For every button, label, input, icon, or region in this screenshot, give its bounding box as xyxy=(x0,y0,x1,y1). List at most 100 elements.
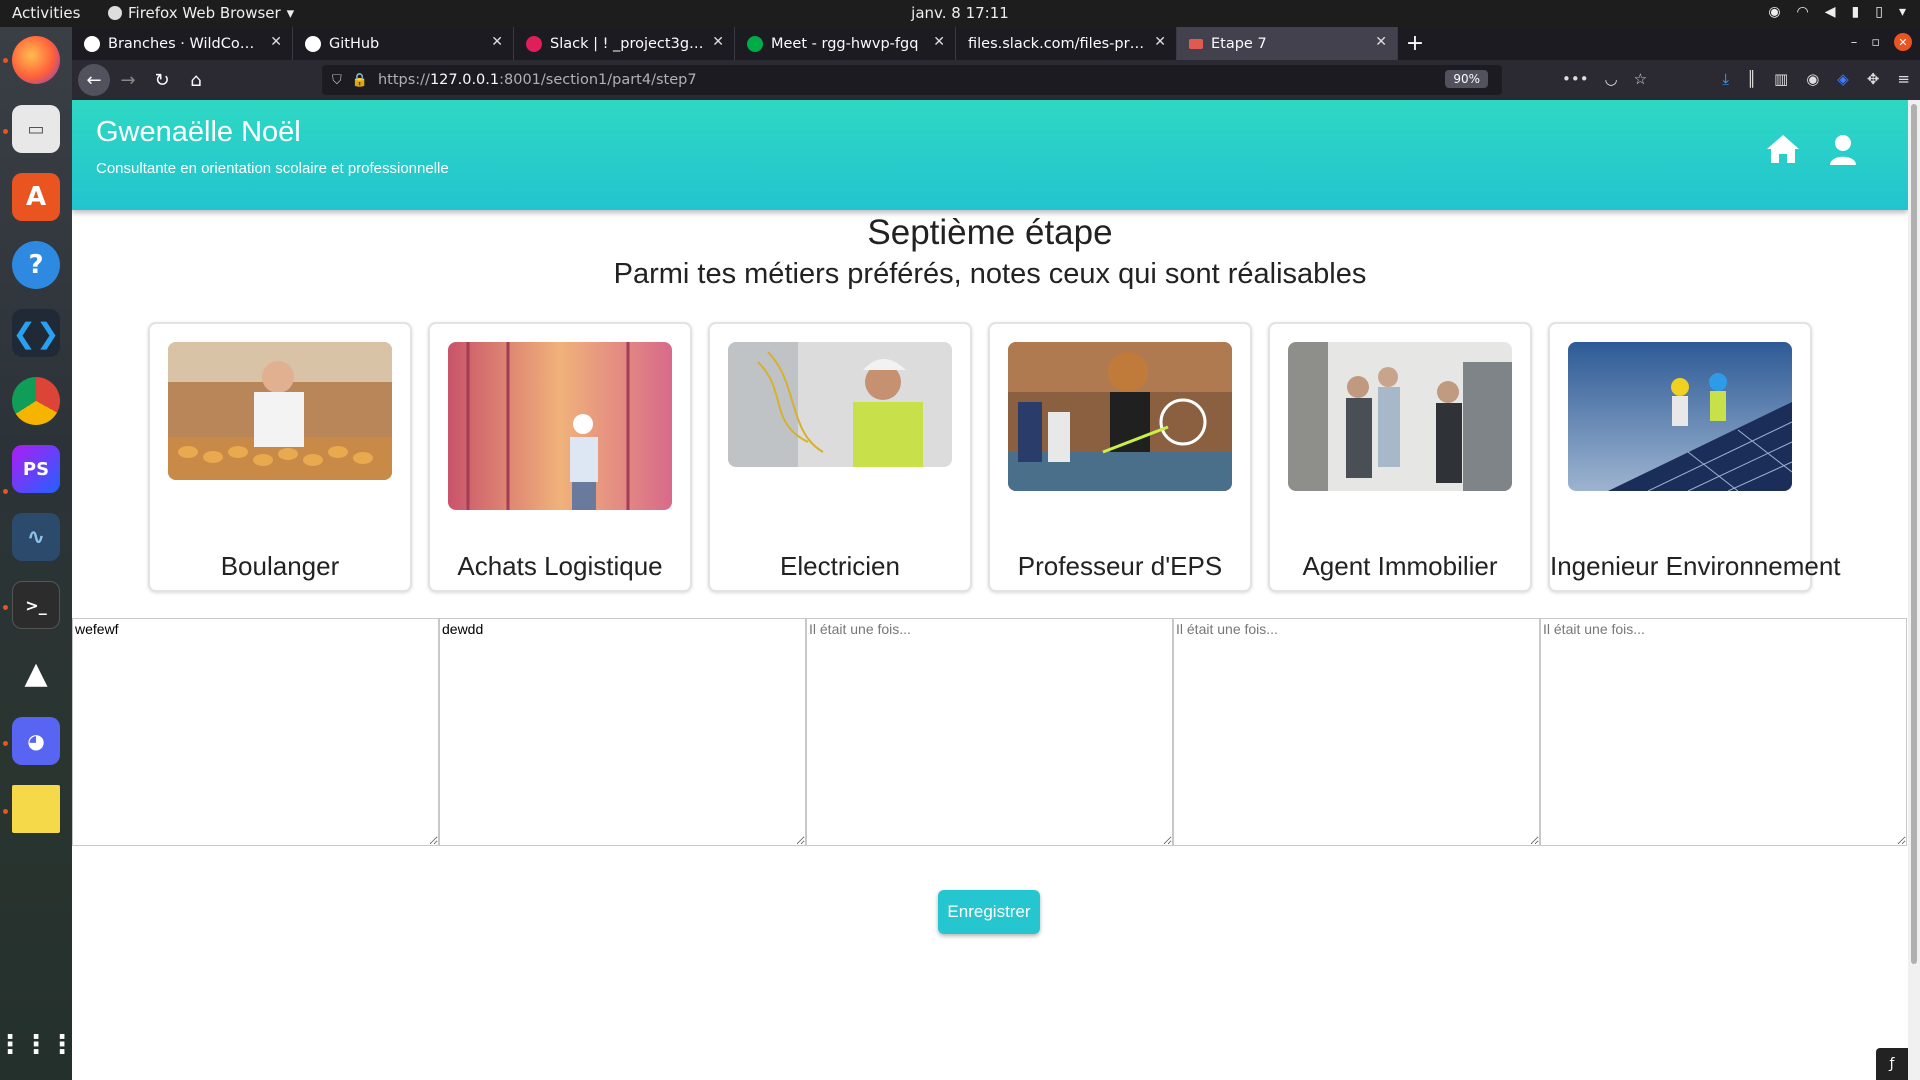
symfony-toolbar-icon[interactable]: ƒ xyxy=(1876,1048,1908,1080)
header-actions xyxy=(1766,134,1858,166)
note-textarea[interactable]: wefewf xyxy=(72,618,439,846)
terminal-icon[interactable]: >_ xyxy=(12,581,60,629)
new-tab-button[interactable]: + xyxy=(1398,27,1432,60)
job-card[interactable]: Professeur d'EPS xyxy=(988,322,1252,592)
note-textarea[interactable] xyxy=(806,618,1173,846)
tab[interactable]: GitHub ✕ xyxy=(293,27,514,60)
mic-icon[interactable]: ▮ xyxy=(1852,4,1860,20)
battery-icon[interactable]: ▯ xyxy=(1875,4,1883,20)
firefox-icon[interactable] xyxy=(12,36,60,84)
user-icon[interactable] xyxy=(1828,134,1858,166)
job-label: Ingenieur Environnement xyxy=(1550,551,1841,581)
tab-title: Slack | ! _project3gang | V xyxy=(550,35,704,52)
tab-title: GitHub xyxy=(329,35,380,52)
menu-icon[interactable]: ≡ xyxy=(1897,70,1910,88)
navigation-bar: ← → ↻ ⌂ ⛉ 🔒 https://127.0.0.1:8001/secti… xyxy=(72,60,1920,100)
job-label: Boulanger xyxy=(220,551,340,581)
tab[interactable]: Slack | ! _project3gang | V ✕ xyxy=(514,27,735,60)
page-subtitle: Parmi tes métiers préférés, notes ceux q… xyxy=(613,258,1367,290)
site-name[interactable]: Gwenaëlle Noël xyxy=(96,116,301,149)
library-icon[interactable]: ║ xyxy=(1747,70,1756,88)
files-icon[interactable]: ▭ xyxy=(12,105,60,153)
extension-icon[interactable]: ◈ xyxy=(1837,70,1849,88)
close-tab-icon[interactable]: ✕ xyxy=(270,34,282,50)
github-icon xyxy=(305,35,321,52)
job-card[interactable]: Electricien xyxy=(708,322,972,592)
zoom-indicator[interactable]: 90% xyxy=(1445,70,1488,88)
scrollbar-thumb[interactable] xyxy=(1911,104,1917,964)
running-indicator xyxy=(3,809,8,814)
minimize-icon[interactable]: – xyxy=(1851,35,1858,50)
tab[interactable]: files.slack.com/files-pri/T6S ✕ xyxy=(956,27,1177,60)
tab[interactable]: Branches · WildCodeSch ✕ xyxy=(72,27,293,60)
notes-area: wefewf dewdd xyxy=(72,618,1908,846)
tab-title: Meet - rgg-hwvp-fgq xyxy=(771,35,919,52)
pocket-icon[interactable]: ◡ xyxy=(1605,70,1618,88)
inkscape-icon[interactable]: ▲ xyxy=(12,649,60,697)
help-icon[interactable]: ? xyxy=(12,241,60,289)
job-card[interactable]: Achats Logistique xyxy=(428,322,692,592)
ingenieur-environnement-photo xyxy=(1568,342,1792,491)
tab[interactable]: Meet - rgg-hwvp-fgq ✕ xyxy=(735,27,956,60)
close-tab-icon[interactable]: ✕ xyxy=(491,34,503,50)
firefox-icon xyxy=(108,6,122,20)
activities-button[interactable]: Activities xyxy=(12,4,80,22)
url-path: :8001/section1/part4/step7 xyxy=(499,72,697,88)
page-scrollbar[interactable] xyxy=(1908,100,1920,1080)
tab-title: Etape 7 xyxy=(1211,35,1267,52)
discord-tray-icon[interactable]: ◉ xyxy=(1768,4,1780,20)
url-text[interactable]: https://127.0.0.1:8001/section1/part4/st… xyxy=(378,72,697,88)
note-textarea[interactable] xyxy=(1173,618,1540,846)
job-label: Achats Logistique xyxy=(457,551,663,581)
electricien-photo xyxy=(728,342,952,467)
sticky-notes-icon[interactable] xyxy=(12,785,60,833)
close-tab-icon[interactable]: ✕ xyxy=(1154,34,1166,50)
boulanger-photo xyxy=(168,342,392,480)
job-card[interactable]: Boulanger xyxy=(148,322,412,592)
extensions-icon[interactable]: ✥ xyxy=(1867,70,1880,88)
close-window-icon[interactable]: ✕ xyxy=(1894,33,1912,51)
home-icon[interactable] xyxy=(1766,134,1800,164)
tab-active[interactable]: Etape 7 ✕ xyxy=(1177,27,1398,60)
close-tab-icon[interactable]: ✕ xyxy=(933,34,945,50)
wifi-icon[interactable]: ◠ xyxy=(1797,4,1809,20)
account-icon[interactable]: ◉ xyxy=(1806,70,1819,88)
app-menu[interactable]: Firefox Web Browser ▾ xyxy=(108,4,294,22)
system-top-bar: Activities Firefox Web Browser ▾ janv. 8 … xyxy=(0,0,1920,27)
download-icon[interactable]: ⤓ xyxy=(1722,70,1729,88)
back-icon[interactable]: ← xyxy=(78,64,110,96)
more-actions-icon[interactable]: ••• xyxy=(1562,70,1589,88)
mysql-workbench-icon[interactable]: ∿ xyxy=(12,513,60,561)
slack-icon xyxy=(526,35,542,52)
system-tray[interactable]: ◉ ◠ ◀ ▮ ▯ ▾ xyxy=(1768,4,1906,20)
job-card[interactable]: Agent Immobilier xyxy=(1268,322,1532,592)
sidebar-icon[interactable]: ▥ xyxy=(1774,70,1788,88)
shield-icon[interactable]: ⛉ xyxy=(332,73,342,88)
note-textarea[interactable]: dewdd xyxy=(439,618,806,846)
chrome-icon[interactable] xyxy=(12,377,60,425)
software-center-icon[interactable]: A xyxy=(12,173,60,221)
save-button[interactable]: Enregistrer xyxy=(938,890,1040,934)
note-textarea[interactable] xyxy=(1540,618,1907,846)
url-prefix: https:// xyxy=(377,72,430,88)
phpstorm-icon[interactable]: PS xyxy=(12,445,60,493)
discord-icon[interactable]: ◕ xyxy=(12,717,60,765)
agent-immobilier-photo xyxy=(1288,342,1512,491)
show-apps-icon[interactable]: ⋮⋮⋮ xyxy=(0,1021,75,1069)
bookmark-star-icon[interactable]: ☆ xyxy=(1634,70,1647,88)
volume-icon[interactable]: ◀ xyxy=(1825,4,1836,20)
forward-icon[interactable]: → xyxy=(112,64,144,96)
home-icon[interactable]: ⌂ xyxy=(180,64,212,96)
vscode-icon[interactable]: ❮❯ xyxy=(12,309,60,357)
lock-warning-icon[interactable]: 🔒 xyxy=(352,73,368,88)
job-label: Electricien xyxy=(780,551,900,581)
close-tab-icon[interactable]: ✕ xyxy=(1375,34,1387,50)
maximize-icon[interactable]: ▫ xyxy=(1871,35,1880,50)
power-menu-icon[interactable]: ▾ xyxy=(1899,4,1906,20)
tab-title: files.slack.com/files-pri/T6S xyxy=(968,35,1146,52)
page-favicon xyxy=(1189,38,1203,49)
reload-icon[interactable]: ↻ xyxy=(146,64,178,96)
url-bar[interactable]: ⛉ 🔒 https://127.0.0.1:8001/section1/part… xyxy=(322,65,1502,95)
close-tab-icon[interactable]: ✕ xyxy=(712,34,724,50)
job-card[interactable]: Ingenieur Environnement xyxy=(1548,322,1841,592)
